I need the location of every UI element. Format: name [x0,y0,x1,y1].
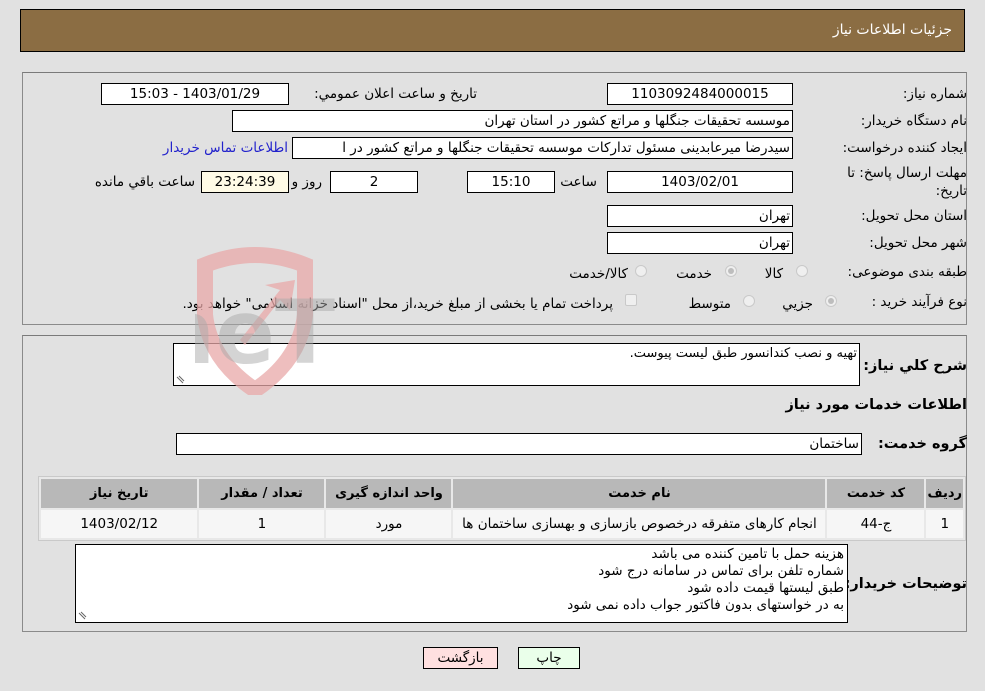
col-header-quantity: تعداد / مقدار [199,479,325,508]
cell-quantity: 1 [199,510,325,538]
process-type-label: نوع فرآیند خرید : [871,294,967,310]
category-radio-goods-service[interactable] [635,265,647,277]
resize-grip-icon[interactable] [175,374,185,384]
need-number-label: شماره نیاز: [902,86,967,102]
buyer-notes-textarea[interactable]: هزینه حمل با تامین کننده می باشد شماره ت… [75,544,848,623]
category-radio-service[interactable] [725,265,737,277]
col-header-unit: واحد اندازه گیری [326,479,452,508]
buyer-notes-label: توضیحات خریدار: [844,576,967,592]
process-radio-minor[interactable] [825,295,837,307]
service-group-label: گروه خدمت: [877,436,967,452]
requester-label: ایجاد کننده درخواست: [842,140,967,156]
deadline-time-field[interactable]: 15:10 [467,171,555,193]
announce-datetime-label: تاریخ و ساعت اعلان عمومي: [314,86,477,102]
announce-datetime-field[interactable]: 1403/01/29 - 15:03 [101,83,289,105]
table-header-row: ردیف کد خدمت نام خدمت واحد اندازه گیری ت… [41,479,963,508]
requester-field[interactable]: سیدرضا میرعابدینی مسئول تدارکات موسسه تح… [292,137,793,159]
category-option-goods-service: کالا/خدمت [569,266,628,282]
col-header-service-name: نام خدمت [453,479,826,508]
cell-service-name: انجام کارهای متفرقه درخصوص بازسازی و بهس… [453,510,826,538]
table-row: 1 ج-44 انجام کارهای متفرقه درخصوص بازساز… [41,510,963,538]
category-option-service: خدمت [676,266,712,282]
description-label: شرح کلي نياز: [863,358,967,374]
category-option-goods: کالا [764,266,783,282]
province-label: استان محل تحویل: [861,208,967,224]
buyer-note-line: طبق لیستها قیمت داده شود [687,580,844,596]
remaining-label: ساعت باقي مانده [94,174,195,190]
need-number-field[interactable]: 1103092484000015 [607,83,793,105]
category-label: طبقه بندی موضوعی: [847,264,967,280]
page-header: جزئیات اطلاعات نیاز [20,9,965,52]
service-group-field[interactable]: ساختمان [176,433,862,455]
remaining-time-field: 23:24:39 [201,171,289,193]
process-option-medium: متوسط [688,296,731,312]
buyer-org-field[interactable]: موسسه تحقیقات جنگلها و مراتع کشور در است… [232,110,793,132]
buyer-note-line: به در خواستهای بدون فاکتور جواب داده نمی… [567,597,844,613]
description-textarea[interactable]: تهیه و نصب کندانسور طبق لیست پیوست. [173,343,860,386]
process-radio-medium[interactable] [743,295,755,307]
col-header-service-code: کد خدمت [827,479,925,508]
buyer-contact-link[interactable]: اطلاعات تماس خریدار [163,140,288,156]
province-field[interactable]: تهران [607,205,793,227]
treasury-note: پرداخت تمام یا بخشی از مبلغ خرید،از محل … [182,296,613,312]
cell-unit: مورد [326,510,452,538]
city-field[interactable]: تهران [607,232,793,254]
days-remaining-field[interactable]: 2 [330,171,418,193]
deadline-time-label: ساعت [560,174,597,190]
buyer-org-label: نام دستگاه خریدار: [860,113,967,129]
buyer-note-line: شماره تلفن برای تماس در سامانه درج شود [598,563,844,579]
category-radio-goods[interactable] [796,265,808,277]
process-option-minor: جزيي [782,296,813,312]
cell-row-number: 1 [926,510,963,538]
col-header-need-date: تاریخ نیاز [41,479,198,508]
services-heading: اطلاعات خدمات مورد نياز [785,397,967,413]
col-header-row-number: ردیف [926,479,963,508]
resize-grip-icon[interactable] [77,610,87,620]
days-label: روز و [291,174,322,190]
print-button[interactable]: چاپ [518,647,580,669]
treasury-checkbox[interactable] [625,294,637,306]
cell-need-date: 1403/02/12 [41,510,198,538]
cell-service-code: ج-44 [827,510,925,538]
page-title: جزئیات اطلاعات نیاز [832,22,952,38]
city-label: شهر محل تحویل: [869,235,967,251]
services-table: ردیف کد خدمت نام خدمت واحد اندازه گیری ت… [38,476,966,541]
deadline-label: مهلت ارسال پاسخ: تا [847,165,967,181]
deadline-date-field[interactable]: 1403/02/01 [607,171,793,193]
back-button[interactable]: بازگشت [423,647,498,669]
buyer-note-line: هزینه حمل با تامین کننده می باشد [651,546,844,562]
deadline-label-date: تاریخ: [935,183,967,199]
